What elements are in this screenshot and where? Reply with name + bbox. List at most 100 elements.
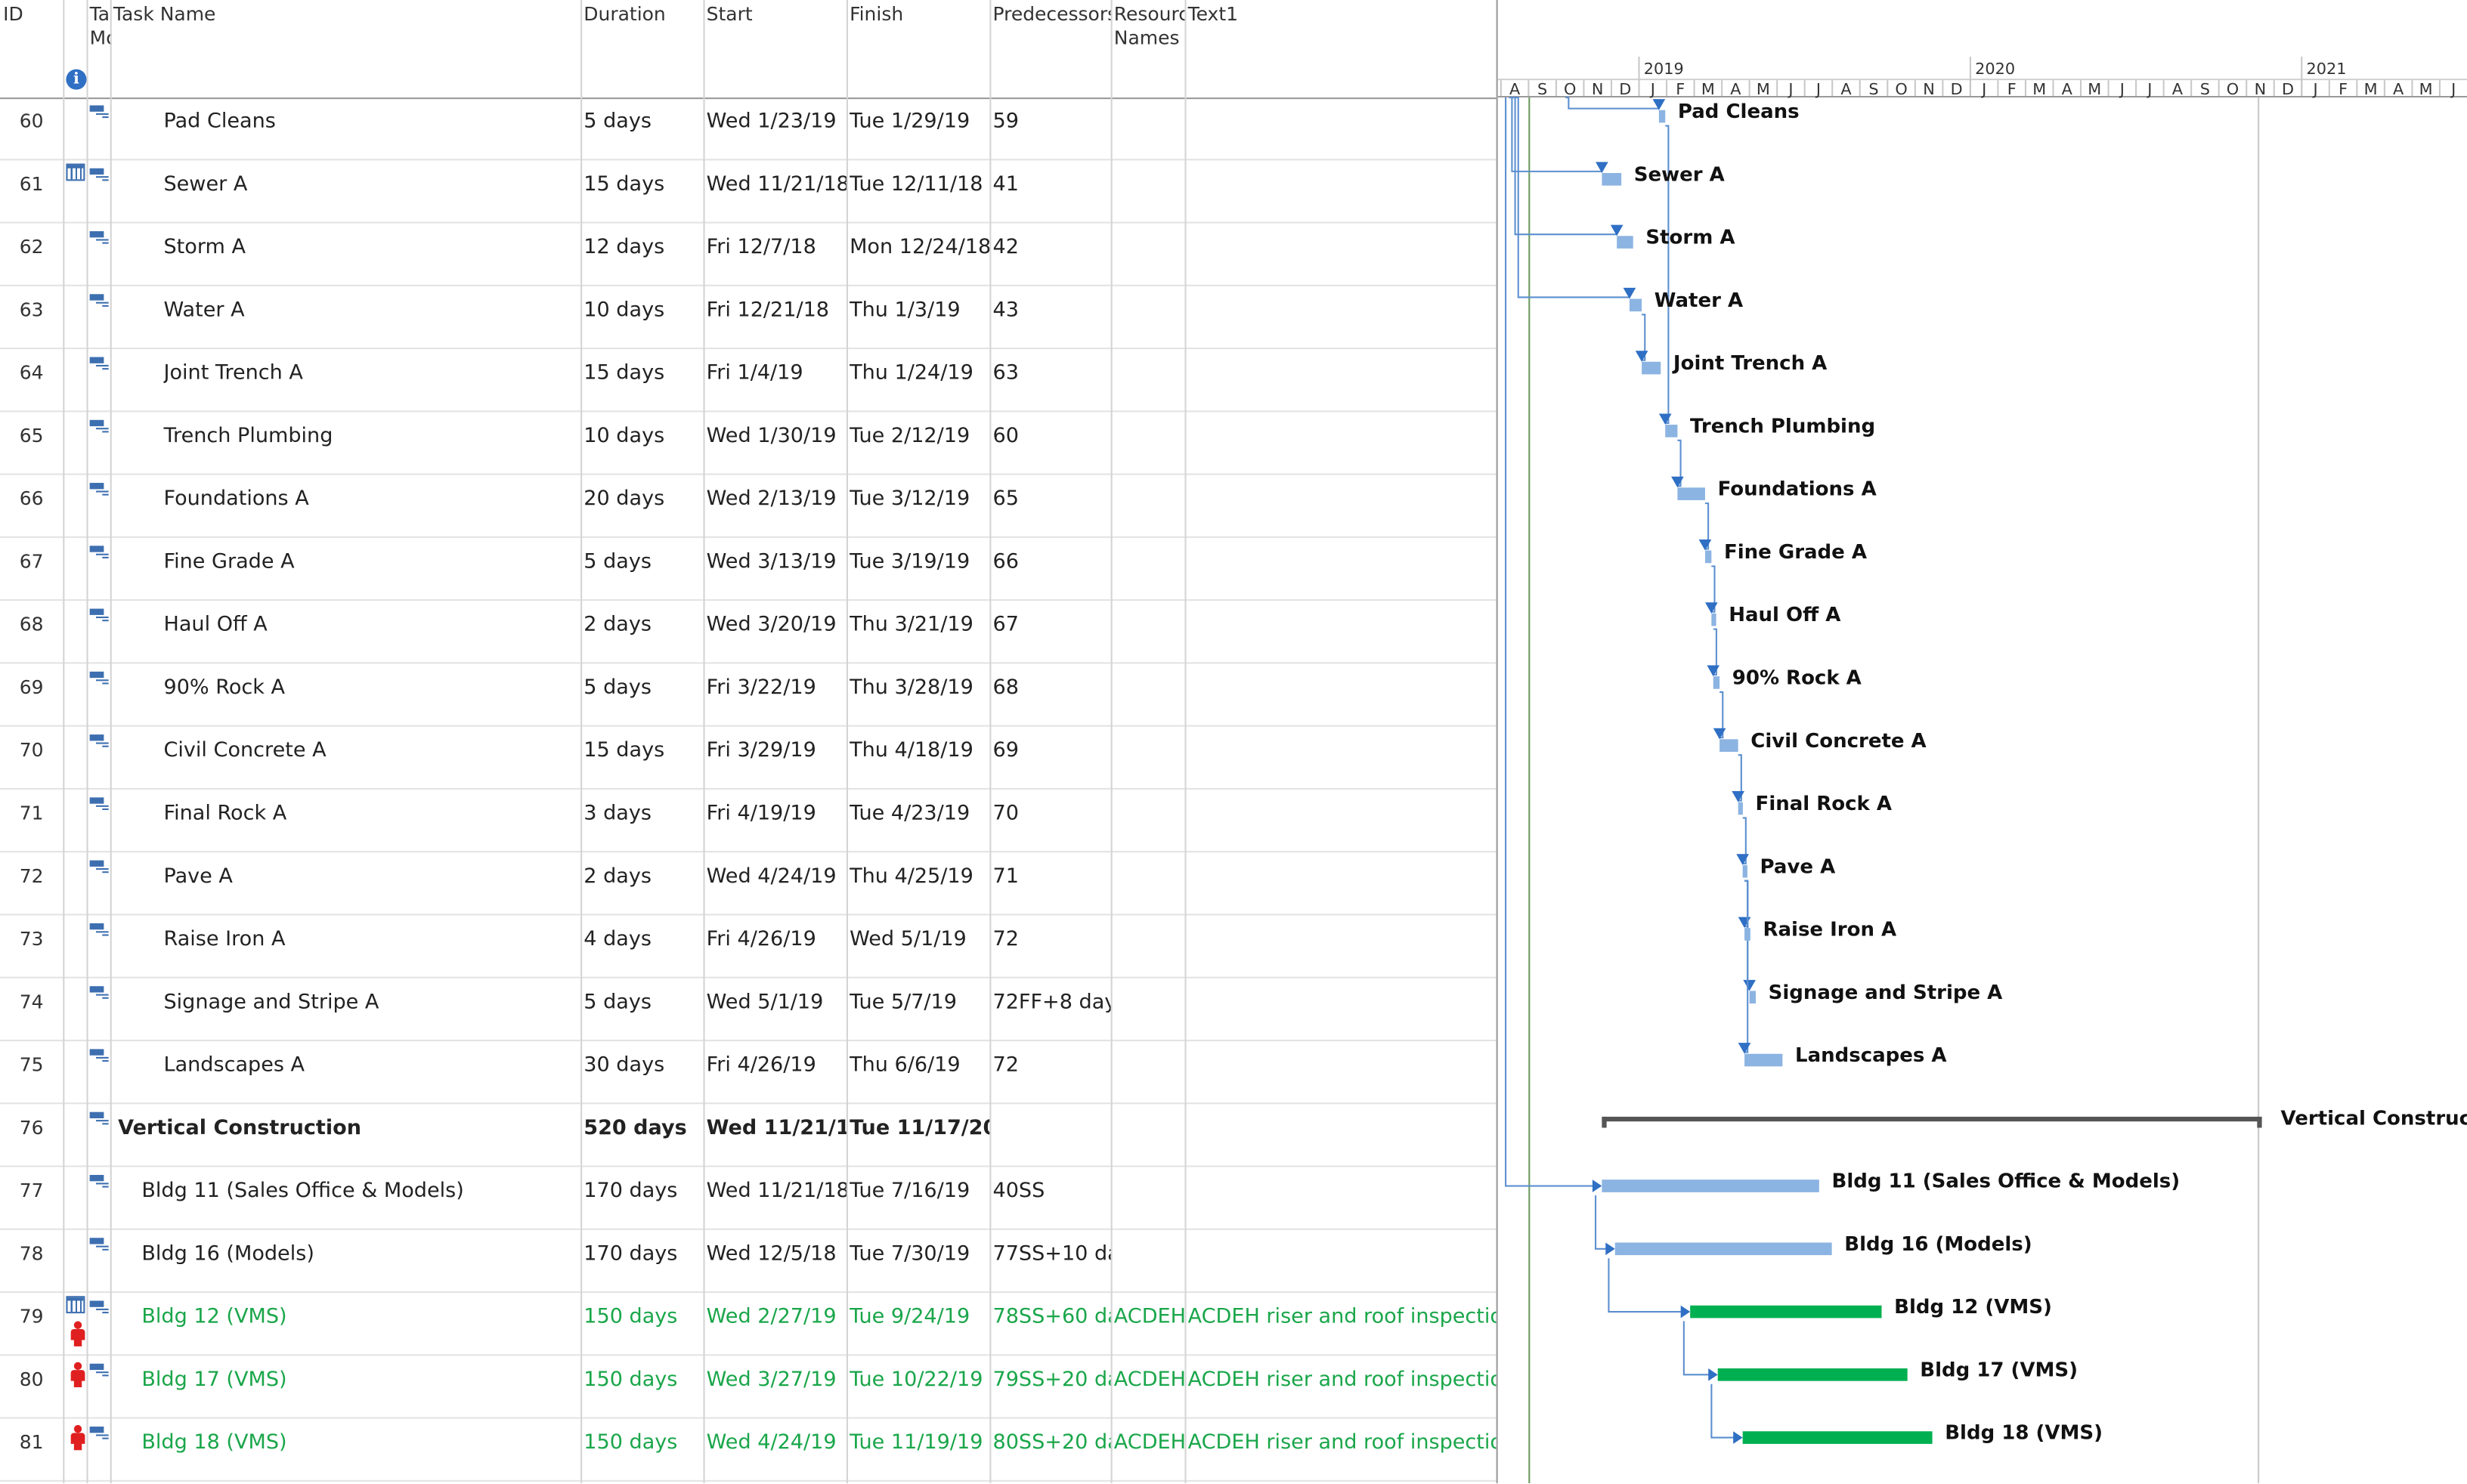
task-finish[interactable]: Thu 3/28/19 <box>850 663 989 726</box>
task-finish[interactable]: Tue 7/16/19 <box>850 1167 989 1230</box>
task-resource-names[interactable] <box>1114 1230 1185 1293</box>
task-id[interactable]: 67 <box>0 538 63 601</box>
task-name[interactable]: Raise Iron A <box>163 915 580 978</box>
task-id[interactable]: 78 <box>0 1230 63 1293</box>
task-row[interactable]: 73 Raise Iron A4 days Fri 4/26/19 Wed 5/1/1… <box>0 915 1497 979</box>
task-name[interactable]: Fine Grade A <box>163 538 580 601</box>
column-header-duration[interactable]: Duration <box>580 0 703 97</box>
task-predecessors[interactable]: 70 <box>992 790 1110 852</box>
column-header-task-name[interactable]: Task Name <box>110 0 580 97</box>
task-text1[interactable] <box>1188 1167 1497 1230</box>
task-row[interactable]: 74 Signage and Stripe A5 days Wed 5/1/19 Tu… <box>0 979 1497 1042</box>
task-predecessors[interactable]: 72 <box>992 915 1110 978</box>
task-name[interactable]: 90% Rock A <box>163 663 580 726</box>
task-predecessors[interactable]: 65 <box>992 475 1110 538</box>
task-predecessors[interactable]: 69 <box>992 727 1110 790</box>
task-resource-names[interactable] <box>1114 97 1185 160</box>
column-header-finish[interactable]: Finish <box>847 0 989 97</box>
task-resource-names[interactable] <box>1114 1104 1185 1167</box>
task-text1[interactable] <box>1188 790 1497 852</box>
task-id[interactable]: 81 <box>0 1419 63 1482</box>
task-id[interactable]: 71 <box>0 790 63 852</box>
task-duration[interactable]: 4 days <box>583 915 703 978</box>
task-resource-names[interactable] <box>1114 663 1185 726</box>
task-id[interactable]: 69 <box>0 663 63 726</box>
task-id[interactable]: 62 <box>0 224 63 286</box>
task-resource-names[interactable]: ACDEH <box>1114 1419 1185 1482</box>
task-name[interactable]: Final Rock A <box>163 790 580 852</box>
task-row[interactable]: 75 Landscapes A 30 days Fri 4/26/19 Thu 6/6/… <box>0 1041 1497 1105</box>
task-duration[interactable]: 12 days <box>583 224 703 286</box>
task-name[interactable]: Bldg 16 (Models) <box>141 1230 580 1293</box>
task-finish[interactable]: Tue 3/12/19 <box>850 475 989 538</box>
task-resource-names[interactable] <box>1114 979 1185 1041</box>
task-text1[interactable] <box>1188 97 1497 160</box>
task-finish[interactable]: Tue 4/23/19 <box>850 790 989 852</box>
task-resource-names[interactable] <box>1114 160 1185 223</box>
task-start[interactable]: Wed 4/24/19 <box>707 852 847 915</box>
indicators-info-icon[interactable]: i <box>66 69 87 90</box>
task-duration[interactable]: 150 days <box>583 1356 703 1418</box>
task-start[interactable]: Wed 3/13/19 <box>707 538 847 601</box>
task-row[interactable]: 63 Water A 10 days Fri 12/21/18 Thu 1/3/19 43 <box>0 286 1497 350</box>
task-finish[interactable]: Thu 1/24/19 <box>850 349 989 412</box>
task-predecessors[interactable]: 43 <box>992 286 1110 349</box>
task-row[interactable]: 72 Pave A2 days Wed 4/24/19 Thu 4/25/19 71 <box>0 852 1497 916</box>
task-duration[interactable]: 5 days <box>583 97 703 160</box>
task-name[interactable]: Haul Off A <box>163 601 580 663</box>
task-resource-names[interactable] <box>1114 286 1185 349</box>
task-predecessors[interactable]: 72FF+8 days <box>992 979 1110 1041</box>
task-name[interactable]: Bldg 12 (VMS) <box>141 1293 580 1356</box>
task-row[interactable]: 71 Final Rock A3 days Fri 4/19/19 Tue 4/23/… <box>0 790 1497 853</box>
task-name[interactable]: Water A <box>163 286 580 349</box>
task-text1[interactable] <box>1188 160 1497 223</box>
task-predecessors[interactable]: 66 <box>992 538 1110 601</box>
task-text1[interactable]: ACDEH riser and roof inspections. <box>1188 1293 1497 1356</box>
task-resource-names[interactable] <box>1114 601 1185 663</box>
task-finish[interactable]: Thu 3/21/19 <box>850 601 989 663</box>
task-resource-names[interactable] <box>1114 475 1185 538</box>
task-row[interactable]: 68 Haul Off A2 days Wed 3/20/19 Thu 3/21/19… <box>0 601 1497 664</box>
task-text1[interactable] <box>1188 915 1497 978</box>
task-predecessors[interactable]: 72 <box>992 1041 1110 1104</box>
task-duration[interactable]: 10 days <box>583 286 703 349</box>
task-text1[interactable]: ACDEH riser and roof inspections. <box>1188 1419 1497 1482</box>
task-name[interactable]: Bldg 17 (VMS) <box>141 1356 580 1418</box>
task-duration[interactable]: 150 days <box>583 1293 703 1356</box>
overallocated-resource-icon[interactable] <box>70 1424 85 1451</box>
task-resource-names[interactable] <box>1114 852 1185 915</box>
task-id[interactable]: 60 <box>0 97 63 160</box>
task-name[interactable]: Landscapes A <box>163 1041 580 1104</box>
task-start[interactable]: Wed 11/21/18 <box>707 1104 847 1167</box>
task-duration[interactable]: 170 days <box>583 1230 703 1293</box>
task-start[interactable]: Wed 2/13/19 <box>707 475 847 538</box>
column-header-start[interactable]: Start <box>703 0 846 97</box>
task-row[interactable]: 61 Sewer A 15 days Wed 11/21/18 Tue 12/11/18… <box>0 160 1497 224</box>
task-name[interactable]: Pad Cleans <box>163 97 580 160</box>
task-finish[interactable]: Tue 9/24/19 <box>850 1293 989 1356</box>
task-finish[interactable]: Tue 1/29/19 <box>850 97 989 160</box>
task-row[interactable]: 64 Joint Trench A 15 days Fri 1/4/19 Thu 1/2… <box>0 349 1497 413</box>
task-name[interactable]: Storm A <box>163 224 580 286</box>
task-resource-names[interactable] <box>1114 790 1185 852</box>
task-finish[interactable]: Tue 5/7/19 <box>850 979 989 1041</box>
task-duration[interactable]: 15 days <box>583 349 703 412</box>
task-text1[interactable] <box>1188 1230 1497 1293</box>
task-duration[interactable]: 2 days <box>583 852 703 915</box>
task-id[interactable]: 68 <box>0 601 63 663</box>
task-finish[interactable]: Thu 4/25/19 <box>850 852 989 915</box>
task-finish[interactable]: Thu 4/18/19 <box>850 727 989 790</box>
gantt-chart-pane[interactable]: A S O N D J F M A M J J A S O N D J F M A M J J A S O N D J F M A M J 2019 2… <box>1496 0 2467 1483</box>
task-resource-names[interactable] <box>1114 915 1185 978</box>
task-duration[interactable]: 10 days <box>583 412 703 475</box>
task-text1[interactable] <box>1188 286 1497 349</box>
calendar-icon[interactable] <box>66 163 85 181</box>
task-finish[interactable]: Wed 5/1/19 <box>850 915 989 978</box>
task-duration[interactable]: 15 days <box>583 160 703 223</box>
overallocated-resource-icon[interactable] <box>70 1362 85 1387</box>
task-text1[interactable] <box>1188 852 1497 915</box>
task-duration[interactable]: 30 days <box>583 1041 703 1104</box>
task-row[interactable]: 66 Foundations A 20 days Wed 2/13/19 Tue 3/1… <box>0 475 1497 538</box>
task-start[interactable]: Wed 11/21/18 <box>707 160 847 223</box>
task-name[interactable]: Vertical Construction <box>118 1104 580 1167</box>
